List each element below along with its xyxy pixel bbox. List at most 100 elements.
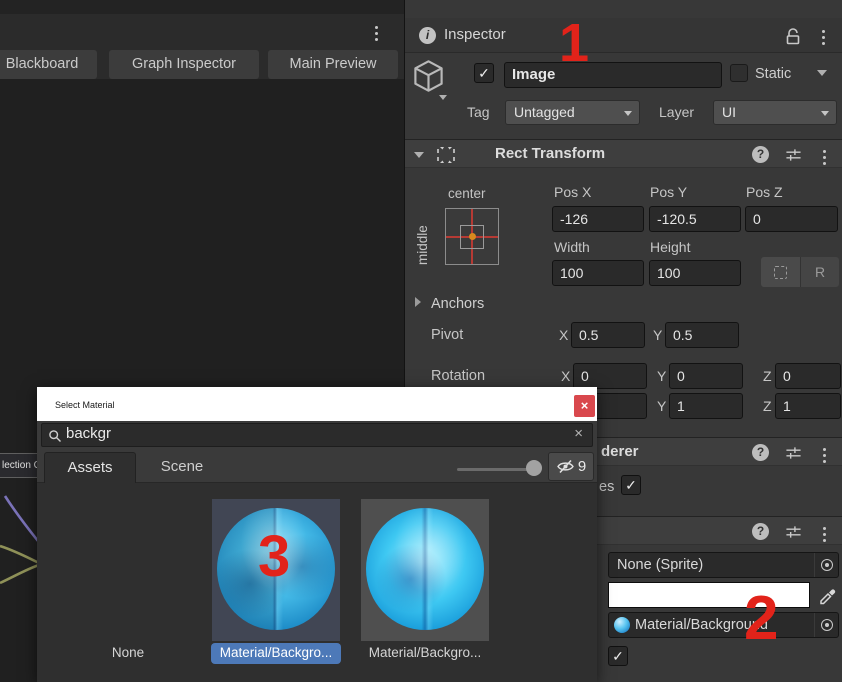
clear-search-icon[interactable]: × bbox=[574, 425, 583, 442]
height-label: Height bbox=[650, 239, 690, 255]
help-icon[interactable]: ? bbox=[752, 444, 769, 461]
unity-editor-window: Layers Layout Blackboard Graph Inspector… bbox=[0, 0, 842, 682]
rotation-z-field[interactable]: 0 bbox=[775, 363, 841, 389]
picker-icon bbox=[821, 619, 833, 631]
presets-icon[interactable] bbox=[785, 147, 802, 163]
scale-z-axis-label: Z bbox=[763, 398, 772, 414]
rotation-x-field[interactable]: 0 bbox=[573, 363, 647, 389]
anchors-foldout[interactable]: Anchors bbox=[431, 296, 484, 312]
raycast-target-checkbox[interactable]: ✓ bbox=[608, 646, 628, 666]
static-flags-caret[interactable] bbox=[817, 70, 827, 76]
tag-value: Untagged bbox=[514, 104, 575, 120]
gameobject-icon-caret[interactable] bbox=[439, 95, 447, 100]
width-field[interactable]: 100 bbox=[552, 260, 644, 286]
cull-transparent-checkbox[interactable]: ✓ bbox=[621, 475, 641, 495]
scale-z-field[interactable]: 1 bbox=[775, 393, 841, 419]
foldout-closed-icon[interactable] bbox=[415, 297, 421, 307]
material-sphere-preview bbox=[366, 508, 484, 630]
hidden-count: 9 bbox=[578, 458, 586, 475]
chevron-down-icon bbox=[624, 111, 632, 116]
component-menu-icon[interactable] bbox=[822, 446, 826, 465]
pos-x-field[interactable]: -126 bbox=[552, 206, 644, 232]
annotation-2: 2 bbox=[744, 588, 778, 650]
annotation-3: 3 bbox=[258, 528, 290, 586]
foldout-open-icon[interactable] bbox=[414, 152, 424, 158]
color-swatch[interactable] bbox=[608, 582, 810, 608]
tag-dropdown[interactable]: Untagged bbox=[505, 100, 640, 125]
blueprint-mode-button[interactable] bbox=[761, 257, 800, 287]
rotation-z-axis-label: Z bbox=[763, 368, 772, 384]
pos-z-field[interactable]: 0 bbox=[745, 206, 838, 232]
scale-y-field[interactable]: 1 bbox=[669, 393, 743, 419]
search-icon bbox=[48, 429, 62, 443]
pivot-y-axis-label: Y bbox=[653, 327, 662, 343]
presets-icon[interactable] bbox=[785, 524, 802, 540]
pivot-x-field[interactable]: 0.5 bbox=[571, 322, 645, 348]
rotation-x-axis-label: X bbox=[561, 368, 570, 384]
pos-y-field[interactable]: -120.5 bbox=[649, 206, 741, 232]
inspector-tabbar: i Inspector bbox=[405, 18, 842, 53]
eyedropper-icon[interactable] bbox=[818, 584, 837, 605]
raw-edit-button[interactable]: R bbox=[800, 257, 839, 287]
material-item-selected[interactable]: Material/Backgro... bbox=[211, 643, 341, 664]
tab-scene[interactable]: Scene bbox=[136, 452, 228, 483]
material-value: Material/Background bbox=[609, 613, 809, 637]
close-icon: × bbox=[581, 398, 589, 413]
anchor-pivot-dot bbox=[469, 233, 476, 240]
pivot-y-field[interactable]: 0.5 bbox=[665, 322, 739, 348]
material-field[interactable]: Material/Background bbox=[608, 612, 839, 638]
dialog-titlebar[interactable]: Select Material × bbox=[37, 387, 597, 421]
gameobject-name-field[interactable]: Image bbox=[504, 62, 722, 88]
dialog-tabs-row: Assets Scene 9 bbox=[37, 449, 597, 483]
component-menu-icon[interactable] bbox=[822, 148, 826, 167]
anchor-vertical-label: middle bbox=[415, 211, 430, 265]
object-picker-button[interactable] bbox=[814, 613, 838, 637]
material-item-thumbnail[interactable] bbox=[361, 499, 489, 641]
pivot-x-axis-label: X bbox=[559, 327, 568, 343]
help-icon[interactable]: ? bbox=[752, 523, 769, 540]
rotation-label: Rotation bbox=[431, 368, 485, 384]
lock-open-icon[interactable] bbox=[785, 27, 801, 45]
rotation-y-field[interactable]: 0 bbox=[669, 363, 743, 389]
section-title-fragment: derer bbox=[601, 443, 639, 460]
source-image-field[interactable]: None (Sprite) bbox=[608, 552, 839, 578]
slider-thumb[interactable] bbox=[526, 460, 542, 476]
component-menu-icon[interactable] bbox=[822, 525, 826, 544]
tab-label: Main Preview bbox=[289, 56, 376, 72]
material-item[interactable]: Material/Backgro... bbox=[361, 643, 489, 664]
check-icon: ✓ bbox=[478, 65, 490, 81]
rect-transform-icon bbox=[436, 145, 456, 165]
active-checkbox[interactable]: ✓ bbox=[474, 63, 494, 83]
rect-transform-header[interactable]: Rect Transform ? bbox=[405, 139, 842, 168]
hidden-count-toggle[interactable]: 9 bbox=[548, 452, 594, 481]
dashed-rect-icon bbox=[774, 266, 787, 279]
inspector-tab[interactable]: Inspector bbox=[444, 26, 506, 43]
tab-blackboard[interactable]: Blackboard bbox=[0, 50, 97, 79]
graph-panel-toolbar: Blackboard Graph Inspector Main Preview bbox=[0, 14, 404, 79]
pos-y-label: Pos Y bbox=[650, 184, 687, 200]
presets-icon[interactable] bbox=[785, 445, 802, 461]
anchor-horizontal-label: center bbox=[448, 186, 486, 201]
static-label: Static bbox=[755, 66, 791, 82]
close-button[interactable]: × bbox=[574, 395, 595, 417]
tab-label: Blackboard bbox=[6, 56, 79, 72]
graph-panel-menu-icon[interactable] bbox=[374, 24, 378, 43]
thumbnail-size-slider[interactable] bbox=[457, 468, 535, 471]
layer-dropdown[interactable]: UI bbox=[713, 100, 837, 125]
scale-y-axis-label: Y bbox=[657, 398, 666, 414]
cube-icon[interactable] bbox=[410, 57, 447, 95]
tab-graph-inspector[interactable]: Graph Inspector bbox=[109, 50, 259, 79]
help-icon[interactable]: ? bbox=[752, 146, 769, 163]
search-input[interactable]: backgr × bbox=[41, 423, 593, 447]
static-checkbox[interactable] bbox=[730, 64, 748, 82]
height-field[interactable]: 100 bbox=[649, 260, 741, 286]
search-value: backgr bbox=[66, 425, 111, 442]
inspector-menu-icon[interactable] bbox=[821, 28, 825, 47]
object-picker-button[interactable] bbox=[814, 553, 838, 577]
anchor-preset-widget[interactable] bbox=[445, 208, 499, 265]
layer-label: Layer bbox=[659, 104, 694, 120]
tab-main-preview[interactable]: Main Preview bbox=[268, 50, 398, 79]
check-icon: ✓ bbox=[625, 477, 637, 493]
tab-assets[interactable]: Assets bbox=[44, 452, 136, 483]
material-item-none[interactable]: None bbox=[73, 643, 183, 664]
